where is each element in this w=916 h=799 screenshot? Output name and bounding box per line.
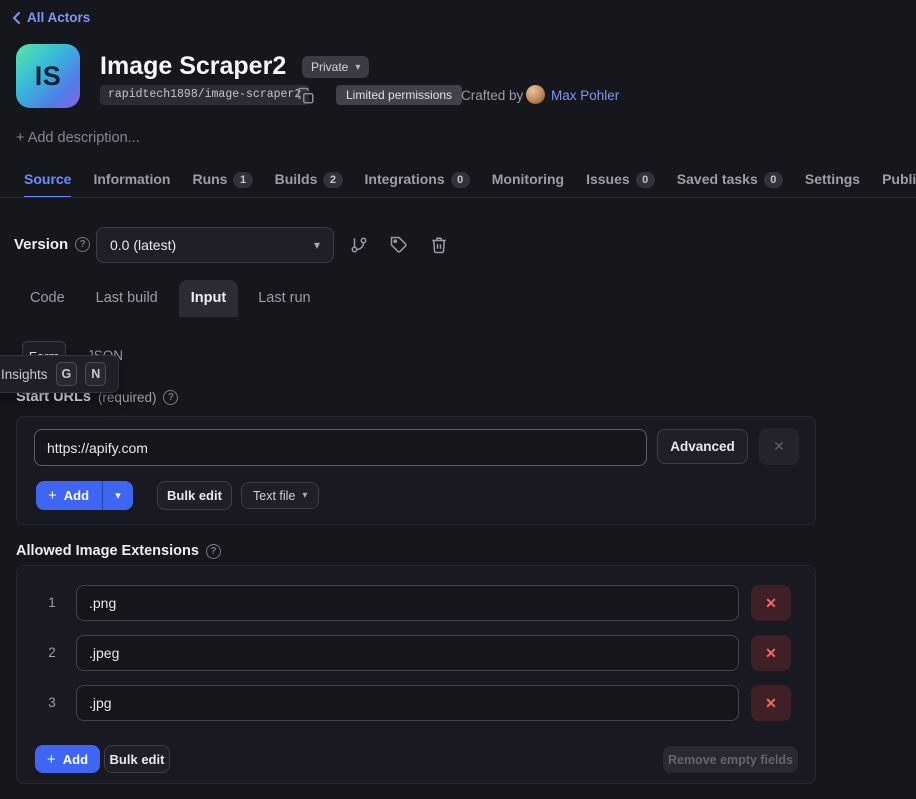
remove-url-button[interactable]: ✕ bbox=[759, 428, 799, 465]
main-tab-bar: Source Information Runs 1 Builds 2 Integra… bbox=[24, 168, 916, 198]
version-history-icon[interactable] bbox=[350, 236, 368, 254]
tab-bar-divider bbox=[0, 197, 916, 198]
help-icon[interactable]: ? bbox=[163, 389, 179, 405]
extension-input-1[interactable] bbox=[76, 585, 739, 621]
chevron-down-icon: ▾ bbox=[115, 490, 121, 502]
runs-count-badge: 1 bbox=[233, 172, 253, 188]
remove-extension-button-1[interactable]: ✕ bbox=[751, 585, 791, 621]
advanced-button[interactable]: Advanced bbox=[657, 429, 748, 464]
tab-settings[interactable]: Settings bbox=[805, 168, 860, 198]
actor-avatar-tile: IS bbox=[16, 44, 80, 108]
source-subtab-bar: Code Last build Input Last run bbox=[30, 279, 311, 317]
trash-icon[interactable] bbox=[430, 236, 448, 254]
bulk-edit-extensions-button[interactable]: Bulk edit bbox=[104, 745, 170, 773]
saved-tasks-count-badge: 0 bbox=[763, 172, 783, 188]
extension-row: 2 ✕ bbox=[17, 635, 815, 671]
extensions-panel: 1 ✕ 2 ✕ 3 ✕ + Add Bulk edit bbox=[16, 565, 816, 784]
extensions-footer: + Add Bulk edit Remove empty fields bbox=[17, 745, 815, 781]
chevron-down-icon: ▾ bbox=[355, 61, 361, 73]
subtab-last-build[interactable]: Last build bbox=[96, 290, 158, 306]
tab-publication[interactable]: Publication bbox=[882, 168, 916, 198]
help-icon[interactable]: ? bbox=[205, 543, 221, 559]
tab-integrations[interactable]: Integrations 0 bbox=[365, 168, 470, 198]
help-icon[interactable]: ? bbox=[75, 237, 91, 252]
add-extension-button[interactable]: + Add bbox=[35, 745, 101, 773]
integrations-count-badge: 0 bbox=[450, 172, 470, 188]
remove-extension-button-3[interactable]: ✕ bbox=[751, 685, 791, 721]
tab-saved-tasks[interactable]: Saved tasks 0 bbox=[677, 168, 783, 198]
close-icon: ✕ bbox=[773, 438, 785, 454]
breadcrumb-all-actors[interactable]: All Actors bbox=[12, 10, 90, 25]
remove-empty-fields-button[interactable]: Remove empty fields bbox=[663, 746, 798, 773]
key-n: N bbox=[85, 362, 107, 386]
start-urls-panel: Advanced ✕ + Add ▾ Bulk edit Text file ▾ bbox=[16, 416, 816, 525]
bulk-edit-urls-button[interactable]: Bulk edit bbox=[157, 481, 232, 510]
chevron-down-icon: ▾ bbox=[313, 238, 320, 252]
author-avatar bbox=[526, 85, 545, 104]
permissions-badge: Limited permissions bbox=[336, 85, 463, 105]
actor-detail-page: All Actors IS Image Scraper2 Private ▾ r… bbox=[0, 0, 916, 799]
row-index: 2 bbox=[48, 645, 56, 660]
version-label: Version ? bbox=[14, 236, 91, 253]
tab-source[interactable]: Source bbox=[24, 168, 72, 198]
insights-label: Insights bbox=[1, 366, 48, 382]
visibility-label: Private bbox=[311, 60, 349, 74]
plus-icon: + bbox=[48, 487, 57, 504]
subtab-input[interactable]: Input bbox=[178, 279, 239, 317]
tab-runs[interactable]: Runs 1 bbox=[192, 168, 253, 198]
subtab-last-run[interactable]: Last run bbox=[258, 290, 310, 306]
extensions-header: Allowed Image Extensions ? bbox=[16, 543, 221, 559]
subtab-code[interactable]: Code bbox=[30, 290, 65, 306]
extension-input-3[interactable] bbox=[76, 685, 739, 721]
actor-initials: IS bbox=[34, 60, 62, 91]
add-description-button[interactable]: + Add description... bbox=[16, 130, 140, 146]
extension-input-2[interactable] bbox=[76, 635, 739, 671]
extension-row: 1 ✕ bbox=[17, 585, 815, 621]
add-url-button[interactable]: + Add bbox=[36, 481, 103, 510]
row-index: 1 bbox=[48, 595, 56, 610]
page-title: Image Scraper2 bbox=[100, 52, 287, 80]
visibility-dropdown[interactable]: Private ▾ bbox=[302, 56, 370, 78]
issues-count-badge: 0 bbox=[635, 172, 655, 188]
tab-monitoring[interactable]: Monitoring bbox=[492, 168, 564, 198]
text-file-button[interactable]: Text file ▾ bbox=[241, 482, 320, 509]
tag-icon[interactable] bbox=[390, 236, 408, 254]
crafted-by-label: Crafted by bbox=[461, 88, 524, 103]
version-selected-value: 0.0 (latest) bbox=[110, 237, 177, 253]
tab-builds[interactable]: Builds 2 bbox=[275, 168, 343, 198]
key-g: G bbox=[55, 362, 78, 386]
close-icon: ✕ bbox=[765, 694, 777, 711]
tab-information[interactable]: Information bbox=[93, 168, 170, 198]
tab-issues[interactable]: Issues 0 bbox=[586, 168, 655, 198]
copy-icon[interactable] bbox=[297, 87, 315, 105]
repo-path-badge: rapidtech1898/image-scraper2 bbox=[100, 85, 310, 105]
plus-icon: + bbox=[47, 750, 56, 768]
add-url-split-button[interactable]: + Add ▾ bbox=[36, 481, 134, 510]
insights-popup: Insights G N bbox=[0, 355, 120, 393]
start-url-input[interactable] bbox=[34, 429, 647, 466]
breadcrumb-label: All Actors bbox=[27, 10, 91, 25]
author-link[interactable]: Max Pohler bbox=[551, 88, 619, 103]
chevron-left-icon bbox=[12, 11, 21, 24]
extension-row: 3 ✕ bbox=[17, 685, 815, 721]
extensions-label: Allowed Image Extensions bbox=[16, 543, 199, 559]
close-icon: ✕ bbox=[765, 644, 777, 661]
chevron-down-icon: ▾ bbox=[302, 490, 308, 501]
builds-count-badge: 2 bbox=[323, 172, 343, 188]
add-url-dropdown[interactable]: ▾ bbox=[102, 481, 134, 510]
row-index: 3 bbox=[48, 695, 56, 710]
remove-extension-button-2[interactable]: ✕ bbox=[751, 635, 791, 671]
version-select[interactable]: 0.0 (latest) ▾ bbox=[96, 227, 334, 263]
close-icon: ✕ bbox=[765, 594, 777, 611]
